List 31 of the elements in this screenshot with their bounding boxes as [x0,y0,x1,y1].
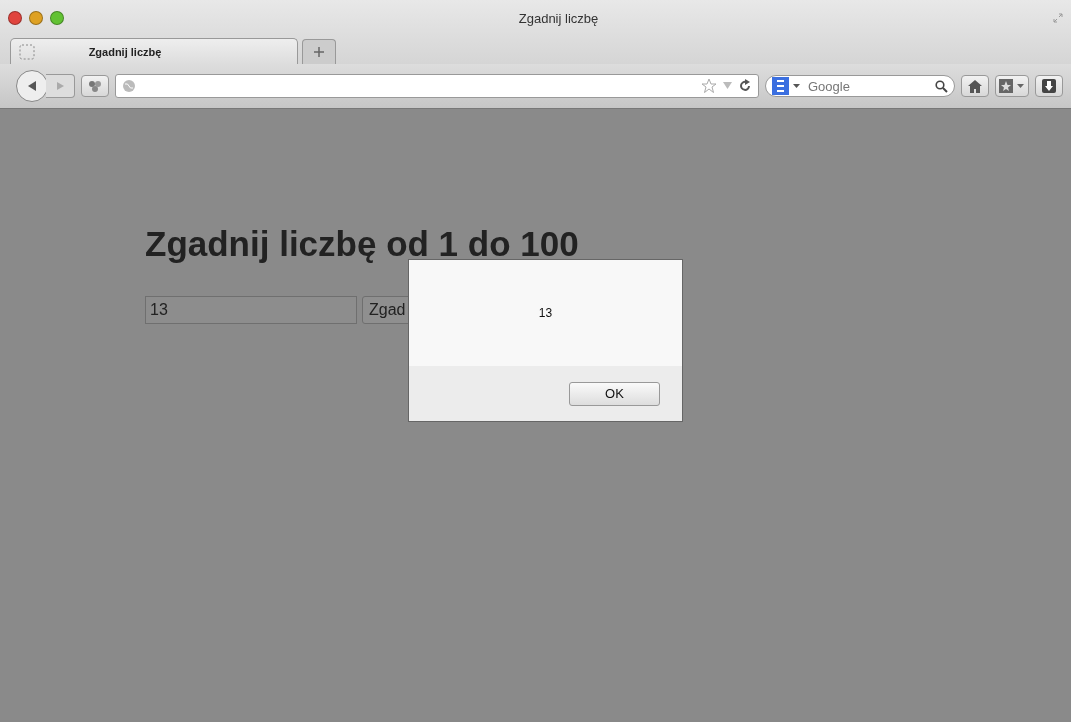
minimize-button[interactable] [29,11,43,25]
globe-icon [122,79,136,93]
ok-button[interactable]: OK [569,381,660,406]
search-bar[interactable]: Google [765,75,955,97]
search-field[interactable]: Google [806,77,931,95]
plus-icon [313,46,325,58]
close-button[interactable] [8,11,22,25]
window-title: Zgadnij liczbę [517,10,600,26]
reload-icon[interactable] [738,79,752,93]
bookmarks-button[interactable] [995,75,1029,97]
fullscreen-icon[interactable] [1053,13,1063,23]
search-engine-icon[interactable] [772,77,802,95]
page-icon [19,43,35,60]
group-button[interactable] [81,75,109,97]
back-button[interactable] [16,70,48,102]
search-icon[interactable] [935,79,948,93]
forward-arrow-icon [55,81,65,91]
download-icon [1042,79,1056,93]
bookmark-star-icon [999,79,1025,93]
page-heading: Zgadnij liczbę od 1 do 100 [145,224,580,264]
circles-icon [88,80,102,92]
browser-tab[interactable]: Zgadnij liczbę [10,38,298,64]
star-icon[interactable] [701,78,717,94]
guess-input[interactable]: 13 [145,296,357,324]
home-icon [968,79,982,93]
new-tab-button[interactable] [302,39,336,64]
zoom-button[interactable] [50,11,64,25]
back-arrow-icon [26,80,38,92]
downloads-button[interactable] [1035,75,1063,97]
home-button[interactable] [961,75,989,97]
alert-message: 13 [538,306,553,320]
